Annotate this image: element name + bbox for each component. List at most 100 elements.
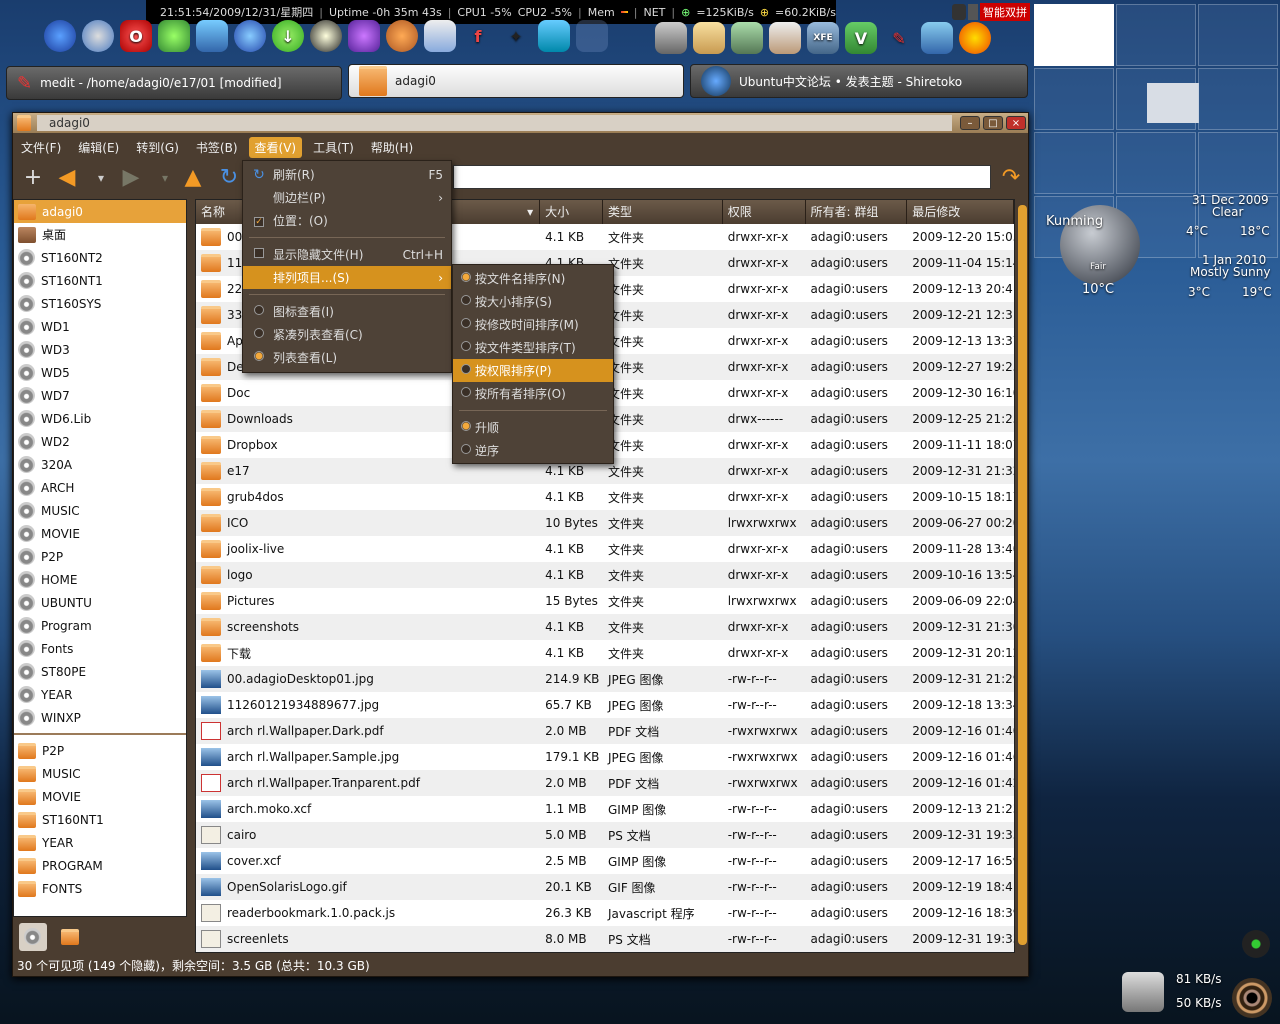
task-medit[interactable]: ✎ medit - /home/adagi0/e17/01 [modified] — [6, 66, 342, 100]
tree-view-button[interactable] — [55, 923, 83, 951]
bookmark-item[interactable]: PROGRAM — [14, 854, 186, 877]
sort-by-permission[interactable]: 按权限排序(P) — [453, 359, 613, 382]
file-row[interactable]: joolix-live 4.1 KB 文件夹 drwxr-xr-x adagi0:use… — [196, 536, 1014, 562]
file-row[interactable]: 11260121934889677.jpg 65.7 KB JPEG 图像 -rw-r… — [196, 692, 1014, 718]
reload-icon[interactable]: ↻ — [217, 167, 241, 191]
side-item[interactable]: ST160NT1 — [14, 269, 186, 292]
menu-item-sidebar[interactable]: 侧边栏(P) › — [243, 186, 451, 209]
bookmark-item[interactable]: MOVIE — [14, 785, 186, 808]
sort-by-owner[interactable]: 按所有者排序(O) — [453, 382, 613, 405]
sort-descending[interactable]: 逆序 — [453, 439, 613, 462]
file-row[interactable]: 00.adagioDesktop01.jpg 214.9 KB JPEG 图像 -rw… — [196, 666, 1014, 692]
vim-icon[interactable]: V — [845, 22, 877, 54]
sort-ascending[interactable]: 升顺 — [453, 416, 613, 439]
col-owner[interactable]: 所有者: 群组 — [806, 200, 908, 224]
side-item[interactable]: ST160NT2 — [14, 246, 186, 269]
pinwheel-icon[interactable] — [959, 22, 991, 54]
back-icon[interactable]: ◀ — [55, 167, 79, 191]
location-input[interactable] — [453, 165, 991, 189]
side-item[interactable]: ST160SYS — [14, 292, 186, 315]
forward-icon[interactable]: ▶ — [119, 167, 143, 191]
side-item[interactable]: 桌面 — [14, 223, 186, 246]
bookmark-item[interactable]: FONTS — [14, 877, 186, 900]
menu-item-compact-view[interactable]: 紧凑列表查看(C) — [243, 323, 451, 346]
side-item[interactable]: P2P — [14, 545, 186, 568]
task-firefox[interactable]: Ubuntu中文论坛 • 发表主题 - Shiretoko — [690, 64, 1028, 98]
menu-help[interactable]: 帮助(H) — [365, 137, 419, 158]
speaker-icon[interactable] — [1232, 978, 1272, 1018]
new-tab-icon[interactable]: + — [21, 167, 45, 191]
bookmark-item[interactable]: MUSIC — [14, 762, 186, 785]
menu-view[interactable]: 查看(V) — [248, 136, 303, 158]
side-item[interactable]: Fonts — [14, 637, 186, 660]
sort-by-type[interactable]: 按文件类型排序(T) — [453, 336, 613, 359]
maximize-button[interactable]: □ — [983, 116, 1003, 130]
side-item[interactable]: UBUNTU — [14, 591, 186, 614]
pager-desk[interactable] — [1198, 68, 1278, 130]
menu-item-icon-view[interactable]: 图标查看(I) — [243, 300, 451, 323]
side-item[interactable]: WD7 — [14, 384, 186, 407]
pen-icon[interactable]: ✎ — [883, 22, 915, 54]
pager-desk[interactable] — [1034, 68, 1114, 130]
side-item[interactable]: HOME — [14, 568, 186, 591]
file-list-scrollbar[interactable] — [1017, 199, 1028, 953]
file-row[interactable]: cover.xcf 2.5 MB GIMP 图像 -rw-r--r-- adagi0:u… — [196, 848, 1014, 874]
pager-desk[interactable] — [1198, 4, 1278, 66]
bookmark-item[interactable]: P2P — [14, 739, 186, 762]
file-row[interactable]: OpenSolarisLogo.gif 20.1 KB GIF 图像 -rw-r--r… — [196, 874, 1014, 900]
drop-icon[interactable] — [234, 20, 266, 52]
side-item[interactable]: ST80PE — [14, 660, 186, 683]
camera-icon[interactable] — [1122, 972, 1164, 1012]
terminal-icon[interactable] — [921, 22, 953, 54]
reader-icon[interactable] — [769, 22, 801, 54]
menu-item-location[interactable]: ✓ 位置：(O) — [243, 209, 451, 232]
gp-icon[interactable] — [538, 20, 570, 52]
download-icon[interactable]: ↓ — [272, 20, 304, 52]
side-item[interactable]: YEAR — [14, 683, 186, 706]
col-size[interactable]: 大小 — [540, 200, 603, 224]
scrollbar-thumb[interactable] — [1018, 205, 1027, 945]
menu-file[interactable]: 文件(F) — [15, 137, 67, 158]
forward-history-icon[interactable]: ▾ — [153, 167, 177, 191]
back-history-icon[interactable]: ▾ — [89, 167, 113, 191]
font-icon[interactable]: f — [462, 20, 494, 52]
close-button[interactable]: × — [1006, 116, 1026, 130]
side-item[interactable]: ARCH — [14, 476, 186, 499]
pager-desk[interactable] — [1116, 132, 1196, 194]
task-adagi0[interactable]: adagi0 — [348, 64, 684, 98]
bookmark-item[interactable]: ST160NT1 — [14, 808, 186, 831]
qq-icon[interactable] — [310, 20, 342, 52]
file-row[interactable]: arch rl.Wallpaper.Dark.pdf 2.0 MB PDF 文档 -r… — [196, 718, 1014, 744]
pager-desk[interactable] — [1034, 4, 1114, 66]
side-item[interactable]: Program — [14, 614, 186, 637]
up-icon[interactable]: ▲ — [181, 167, 205, 191]
menu-tools[interactable]: 工具(T) — [307, 137, 360, 158]
go-icon[interactable]: ↷ — [999, 167, 1023, 191]
side-item[interactable]: WINXP — [14, 706, 186, 729]
side-item[interactable]: WD1 — [14, 315, 186, 338]
book-icon[interactable] — [424, 20, 456, 52]
sort-by-size[interactable]: 按大小排序(S) — [453, 290, 613, 313]
globe-icon[interactable] — [44, 20, 76, 52]
leaf-icon[interactable] — [158, 20, 190, 52]
window-titlebar[interactable]: adagi0 – □ × — [13, 113, 1028, 133]
chrome-icon[interactable] — [82, 20, 114, 52]
books-icon[interactable] — [731, 22, 763, 54]
menu-go[interactable]: 转到(G) — [130, 137, 185, 158]
menu-edit[interactable]: 编辑(E) — [72, 137, 125, 158]
file-row[interactable]: logo 4.1 KB 文件夹 drwxr-xr-x adagi0:users 2009-… — [196, 562, 1014, 588]
side-item[interactable]: MOVIE — [14, 522, 186, 545]
pager-desk[interactable] — [1116, 68, 1199, 130]
grid-icon[interactable] — [576, 20, 608, 52]
places-view-button[interactable] — [19, 923, 47, 951]
side-item[interactable]: WD5 — [14, 361, 186, 384]
file-row[interactable]: 下载 4.1 KB 文件夹 drwxr-xr-x adagi0:users 2009-12… — [196, 640, 1014, 666]
file-row[interactable]: cairo 5.0 MB PS 文档 -rw-r--r-- adagi0:users 20… — [196, 822, 1014, 848]
side-item[interactable]: WD6.Lib — [14, 407, 186, 430]
network-icon[interactable] — [196, 20, 228, 52]
side-item[interactable]: WD3 — [14, 338, 186, 361]
xfe-icon[interactable]: XFE — [807, 22, 839, 54]
star-icon[interactable]: ✦ — [500, 20, 532, 52]
pidgin-icon[interactable] — [348, 20, 380, 52]
file-row[interactable]: arch rl.Wallpaper.Sample.jpg 179.1 KB JPEG… — [196, 744, 1014, 770]
